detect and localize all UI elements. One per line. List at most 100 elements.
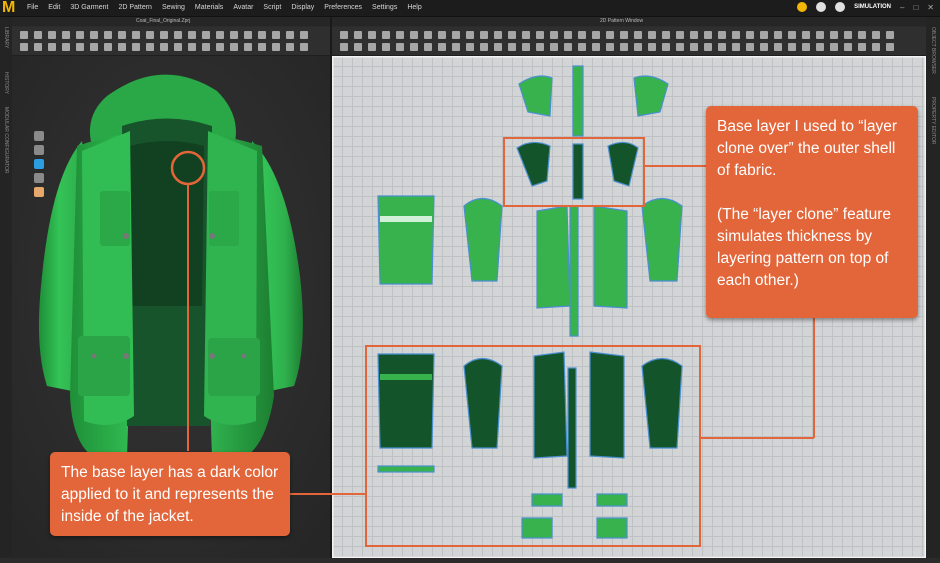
toolbar-tool-icon[interactable] <box>132 43 140 51</box>
toolbar-tool-icon[interactable] <box>746 31 754 39</box>
toolbar-tool-icon[interactable] <box>202 31 210 39</box>
toolbar-tool-icon[interactable] <box>286 43 294 51</box>
toolbar-tool-icon[interactable] <box>564 31 572 39</box>
tab-property-editor[interactable]: PROPERTY EDITOR <box>930 97 936 145</box>
toolbar-tool-icon[interactable] <box>718 43 726 51</box>
toolbar-tool-icon[interactable] <box>48 31 56 39</box>
toolbar-tool-icon[interactable] <box>424 43 432 51</box>
toolbar-tool-icon[interactable] <box>802 31 810 39</box>
toolbar-tool-icon[interactable] <box>494 31 502 39</box>
toolbar-tool-icon[interactable] <box>452 31 460 39</box>
user-icon[interactable] <box>835 2 846 12</box>
toolbar-tool-icon[interactable] <box>396 43 404 51</box>
tab-library[interactable]: LIBRARY <box>3 27 9 48</box>
toolbar-tool-icon[interactable] <box>774 43 782 51</box>
toolbar-tool-icon[interactable] <box>396 31 404 39</box>
menu-edit[interactable]: Edit <box>48 3 60 13</box>
toolbar-tool-icon[interactable] <box>62 43 70 51</box>
toolbar-tool-icon[interactable] <box>202 43 210 51</box>
tab-history[interactable]: HISTORY <box>3 72 9 94</box>
toolbar-tool-icon[interactable] <box>550 43 558 51</box>
menu-display[interactable]: Display <box>291 3 314 13</box>
menu-avatar[interactable]: Avatar <box>233 3 253 13</box>
toolbar-tool-icon[interactable] <box>438 43 446 51</box>
toolbar-tool-icon[interactable] <box>104 31 112 39</box>
toolbar-tool-icon[interactable] <box>132 31 140 39</box>
toolbar-tool-icon[interactable] <box>286 31 294 39</box>
toolbar-tool-icon[interactable] <box>76 43 84 51</box>
toolbar-tool-icon[interactable] <box>146 43 154 51</box>
toolbar-tool-icon[interactable] <box>244 31 252 39</box>
toolbar-tool-icon[interactable] <box>104 43 112 51</box>
garment-icon[interactable] <box>34 159 44 169</box>
toolbar-tool-icon[interactable] <box>466 43 474 51</box>
face-icon[interactable] <box>34 187 44 197</box>
menu-file[interactable]: File <box>27 3 38 13</box>
toolbar-tool-icon[interactable] <box>522 31 530 39</box>
toolbar-tool-icon[interactable] <box>20 31 28 39</box>
toolbar-tool-icon[interactable] <box>844 43 852 51</box>
toolbar-tool-icon[interactable] <box>676 31 684 39</box>
simulation-mode-label[interactable]: SIMULATION <box>854 4 891 10</box>
toolbar-tool-icon[interactable] <box>872 31 880 39</box>
toolbar-tool-icon[interactable] <box>662 31 670 39</box>
menu-settings[interactable]: Settings <box>372 3 397 13</box>
toolbar-tool-icon[interactable] <box>258 43 266 51</box>
menu-help[interactable]: Help <box>407 3 421 13</box>
menu-materials[interactable]: Materials <box>195 3 223 13</box>
toolbar-tool-icon[interactable] <box>690 31 698 39</box>
toolbar-tool-icon[interactable] <box>34 43 42 51</box>
toolbar-tool-icon[interactable] <box>174 31 182 39</box>
avatar-tool-icon[interactable] <box>34 131 44 141</box>
toolbar-tool-icon[interactable] <box>550 31 558 39</box>
toolbar-tool-icon[interactable] <box>774 31 782 39</box>
toolbar-tool-icon[interactable] <box>704 31 712 39</box>
toolbar-tool-icon[interactable] <box>788 31 796 39</box>
toolbar-tool-icon[interactable] <box>872 43 880 51</box>
toolbar-tool-icon[interactable] <box>466 31 474 39</box>
toolbar-tool-icon[interactable] <box>118 43 126 51</box>
toolbar-tool-icon[interactable] <box>592 31 600 39</box>
toolbar-tool-icon[interactable] <box>410 31 418 39</box>
toolbar-tool-icon[interactable] <box>188 43 196 51</box>
toolbar-tool-icon[interactable] <box>230 43 238 51</box>
tab-modular-configurator[interactable]: MODULAR CONFIGURATOR <box>3 107 9 173</box>
toolbar-tool-icon[interactable] <box>48 43 56 51</box>
person-icon[interactable] <box>34 145 44 155</box>
maximize-icon[interactable]: □ <box>913 3 918 12</box>
cloud-icon[interactable] <box>797 2 808 12</box>
toolbar-tool-icon[interactable] <box>830 31 838 39</box>
minimize-icon[interactable]: – <box>900 3 904 12</box>
toolbar-tool-icon[interactable] <box>522 43 530 51</box>
toolbar-tool-icon[interactable] <box>760 31 768 39</box>
menu-3d-garment[interactable]: 3D Garment <box>70 3 108 13</box>
close-icon[interactable]: ✕ <box>927 3 934 12</box>
menu-preferences[interactable]: Preferences <box>324 3 362 13</box>
toolbar-tool-icon[interactable] <box>802 43 810 51</box>
toolbar-tool-icon[interactable] <box>34 31 42 39</box>
toolbar-tool-icon[interactable] <box>368 31 376 39</box>
toolbar-tool-icon[interactable] <box>662 43 670 51</box>
toolbar-tool-icon[interactable] <box>494 43 502 51</box>
toolbar-tool-icon[interactable] <box>118 31 126 39</box>
toolbar-tool-icon[interactable] <box>20 43 28 51</box>
toolbar-tool-icon[interactable] <box>340 31 348 39</box>
toolbar-tool-icon[interactable] <box>76 31 84 39</box>
toolbar-tool-icon[interactable] <box>606 31 614 39</box>
toolbar-tool-icon[interactable] <box>174 43 182 51</box>
toolbar-tool-icon[interactable] <box>354 31 362 39</box>
toolbar-tool-icon[interactable] <box>508 43 516 51</box>
toolbar-tool-icon[interactable] <box>620 31 628 39</box>
toolbar-tool-icon[interactable] <box>480 31 488 39</box>
toolbar-tool-icon[interactable] <box>410 43 418 51</box>
toolbar-tool-icon[interactable] <box>382 31 390 39</box>
toolbar-tool-icon[interactable] <box>886 31 894 39</box>
toolbar-tool-icon[interactable] <box>634 31 642 39</box>
toolbar-tool-icon[interactable] <box>272 43 280 51</box>
toolbar-tool-icon[interactable] <box>564 43 572 51</box>
toolbar-tool-icon[interactable] <box>160 31 168 39</box>
toolbar-tool-icon[interactable] <box>300 31 308 39</box>
toolbar-tool-icon[interactable] <box>300 43 308 51</box>
toolbar-tool-icon[interactable] <box>648 31 656 39</box>
toolbar-tool-icon[interactable] <box>452 43 460 51</box>
